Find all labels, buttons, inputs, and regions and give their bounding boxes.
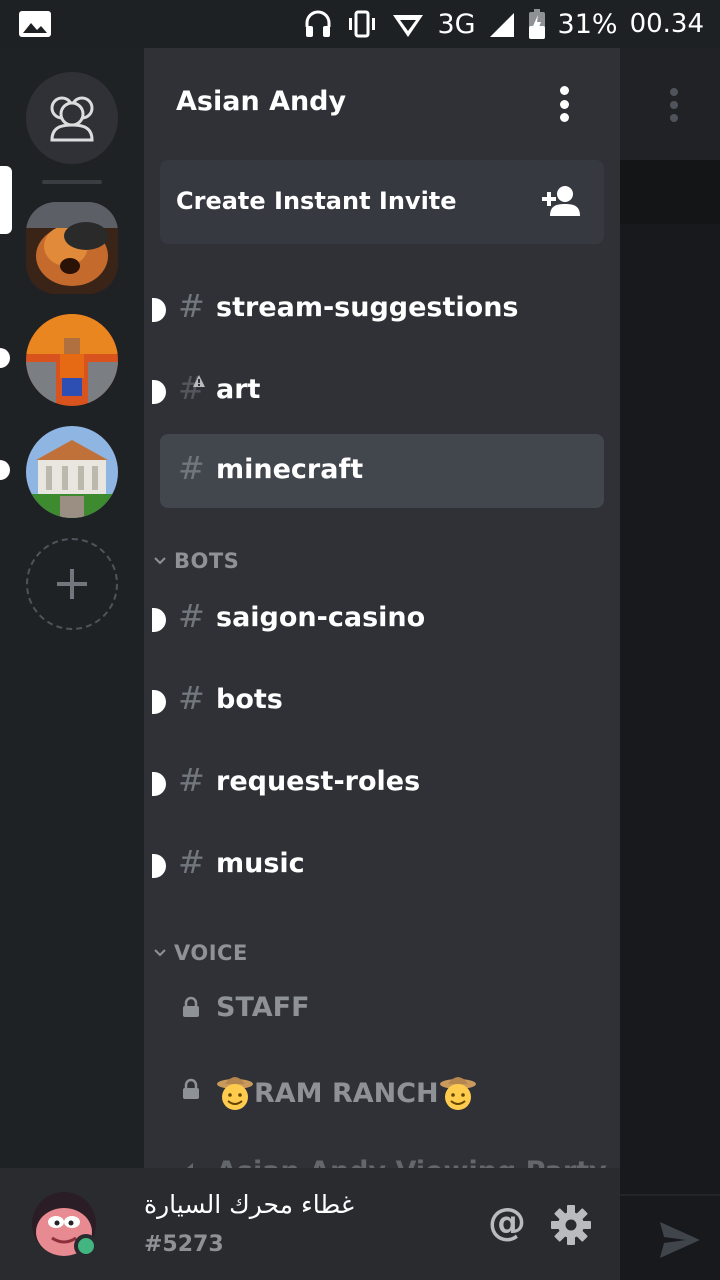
chevron-down-icon xyxy=(154,949,166,957)
channel-stream-suggestions[interactable]: # stream-suggestions xyxy=(152,272,604,346)
create-invite-button[interactable]: Create Instant Invite xyxy=(160,160,604,244)
username: غطاء محرك السيارة xyxy=(144,1190,354,1219)
add-person-icon xyxy=(542,186,580,216)
voice-channel-name: Asian Andy Viewing Party xyxy=(216,1156,607,1168)
status-bar: 3G 31% 00.34 xyxy=(0,0,720,48)
server-icon-1[interactable] xyxy=(26,202,118,294)
cowboy-face-icon xyxy=(439,1077,476,1110)
data-arrows-icon xyxy=(393,15,424,37)
channel-name: art xyxy=(216,374,261,405)
create-invite-label: Create Instant Invite xyxy=(176,187,457,215)
lock-icon xyxy=(183,996,199,1017)
battery-charging-icon xyxy=(528,9,545,39)
unread-indicator xyxy=(152,854,166,878)
channel-art[interactable]: # art xyxy=(152,354,604,428)
kebab-menu-icon[interactable] xyxy=(552,84,576,124)
user-tag: #5273 xyxy=(144,1232,224,1257)
add-server-button[interactable] xyxy=(26,538,118,630)
server-icon-2[interactable] xyxy=(26,314,118,406)
headphones-icon xyxy=(305,10,331,37)
image-icon xyxy=(19,11,51,37)
hash-icon: # xyxy=(178,679,205,717)
channel-name: request-roles xyxy=(216,766,421,797)
guild-name: Asian Andy xyxy=(176,86,347,117)
voice-channel-name: STAFF xyxy=(216,992,310,1023)
server-1-avatar xyxy=(26,202,118,294)
lock-badge-icon xyxy=(193,375,205,387)
online-status-dot xyxy=(74,1234,98,1258)
category-label: BOTS xyxy=(174,549,240,573)
channel-minecraft[interactable]: # minecraft xyxy=(160,434,604,508)
hash-icon: # xyxy=(178,843,205,881)
channel-name: saigon-casino xyxy=(216,602,426,633)
signal-icon xyxy=(489,13,514,37)
unread-indicator xyxy=(152,380,166,404)
channel-panel: Asian Andy Create Instant Invite # strea… xyxy=(144,48,620,1168)
friends-home-button[interactable] xyxy=(26,72,118,164)
category-label: VOICE xyxy=(174,941,248,965)
clock: 00.34 xyxy=(629,9,704,39)
battery-percent: 31% xyxy=(557,8,618,40)
chat-subheader xyxy=(620,160,720,224)
channel-name: minecraft xyxy=(216,454,364,485)
unread-indicator xyxy=(152,690,166,714)
chat-area-dimmed[interactable] xyxy=(620,48,720,1280)
rail-divider xyxy=(42,180,102,184)
unread-indicator xyxy=(152,608,166,632)
send-icon[interactable] xyxy=(658,1220,702,1260)
chat-input-bar xyxy=(620,1194,720,1280)
server-2-avatar xyxy=(26,314,118,406)
category-bots[interactable]: BOTS xyxy=(152,546,239,576)
server-icon-3[interactable] xyxy=(26,426,118,518)
plus-icon xyxy=(57,569,87,599)
channel-name: music xyxy=(216,848,305,879)
unread-indicator xyxy=(152,298,166,322)
vibrate-icon xyxy=(349,10,376,38)
cowboy-face-icon xyxy=(217,1077,253,1110)
unread-indicator xyxy=(152,772,166,796)
user-panel: غطاء محرك السيارة #5273 @ xyxy=(0,1168,620,1280)
voice-channel-viewing-party[interactable]: Asian Andy Viewing Party xyxy=(160,1144,607,1168)
chat-menu-icon[interactable] xyxy=(668,88,680,122)
friends-icon xyxy=(50,96,94,142)
voice-channel-name-row: RAM RANCH xyxy=(216,1074,477,1112)
hash-icon: # xyxy=(178,449,205,487)
hash-icon: # xyxy=(178,287,205,325)
gear-icon[interactable] xyxy=(550,1204,592,1246)
channel-bots[interactable]: # bots xyxy=(152,664,604,738)
speaker-icon xyxy=(183,1163,193,1168)
chevron-down-icon xyxy=(154,557,166,565)
channel-name: bots xyxy=(216,684,283,715)
lock-icon xyxy=(183,1078,199,1099)
network-type: 3G xyxy=(437,8,476,40)
channel-request-roles[interactable]: # request-roles xyxy=(152,746,604,820)
category-voice[interactable]: VOICE xyxy=(152,938,248,968)
voice-channel-ram-ranch[interactable]: RAM RANCH xyxy=(160,1062,604,1122)
voice-channel-name: RAM RANCH xyxy=(254,1077,439,1109)
channel-saigon-casino[interactable]: # saigon-casino xyxy=(152,582,604,656)
hash-icon: # xyxy=(178,597,205,635)
server-3-avatar xyxy=(26,426,118,518)
voice-channel-staff[interactable]: STAFF xyxy=(160,980,604,1040)
selected-server-indicator xyxy=(0,166,12,234)
channel-name: stream-suggestions xyxy=(216,292,519,323)
mentions-button[interactable]: @ xyxy=(488,1200,526,1244)
guild-header[interactable]: Asian Andy xyxy=(144,48,620,158)
chat-header xyxy=(620,48,720,160)
hash-icon: # xyxy=(178,761,205,799)
channel-music[interactable]: # music xyxy=(152,828,604,902)
